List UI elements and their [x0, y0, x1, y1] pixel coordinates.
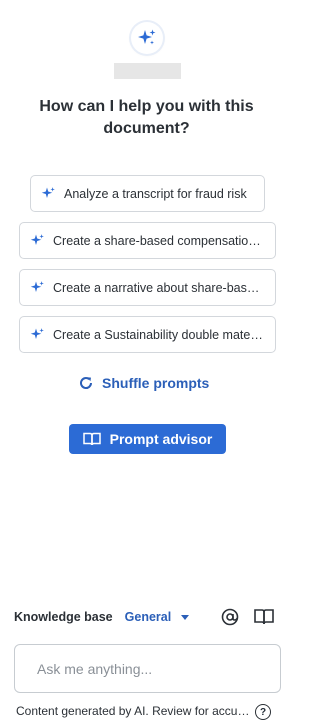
ai-assistant-logo: [131, 22, 163, 54]
sparkle-icon: [30, 234, 44, 245]
knowledge-base-label: Knowledge base: [14, 610, 113, 624]
sparkle-icon: [138, 29, 156, 45]
chevron-down-icon: [181, 614, 190, 620]
knowledge-base-row: Knowledge base General: [14, 607, 279, 627]
prompt-advisor-button[interactable]: Prompt advisor: [69, 424, 226, 454]
prompt-suggestion[interactable]: Create a Sustainability double materiali…: [19, 316, 276, 353]
help-icon[interactable]: ?: [255, 704, 271, 720]
sparkle-icon: [41, 187, 55, 198]
refresh-icon: [80, 377, 93, 389]
document-name-placeholder: [114, 63, 181, 79]
knowledge-base-value: General: [124, 610, 172, 624]
prompt-label: Create a Sustainability double materiali…: [53, 327, 265, 342]
open-book-icon[interactable]: [253, 607, 275, 627]
prompt-label: Analyze a transcript for fraud risk: [64, 186, 247, 201]
at-mention-icon[interactable]: [220, 607, 240, 627]
advisor-label: Prompt advisor: [109, 431, 213, 447]
shuffle-label: Shuffle prompts: [102, 375, 210, 391]
ask-input[interactable]: [14, 644, 281, 693]
shuffle-prompts-button[interactable]: Shuffle prompts: [78, 373, 209, 393]
prompt-label: Create a share-based compensation prompt: [53, 233, 265, 248]
sparkle-icon: [30, 328, 44, 339]
knowledge-base-dropdown[interactable]: General: [125, 610, 190, 624]
page-title: How can I help you with this document?: [39, 98, 254, 137]
prompt-label: Create a narrative about share-based com…: [53, 280, 265, 295]
book-icon: [82, 432, 101, 446]
prompt-suggestion[interactable]: Create a narrative about share-based com…: [19, 269, 276, 306]
sparkle-icon: [30, 281, 44, 292]
prompt-suggestion[interactable]: Analyze a transcript for fraud risk: [30, 175, 265, 212]
prompt-suggestion[interactable]: Create a share-based compensation prompt: [19, 222, 276, 259]
ai-disclaimer: Content generated by AI. Review for accu…: [16, 704, 251, 718]
